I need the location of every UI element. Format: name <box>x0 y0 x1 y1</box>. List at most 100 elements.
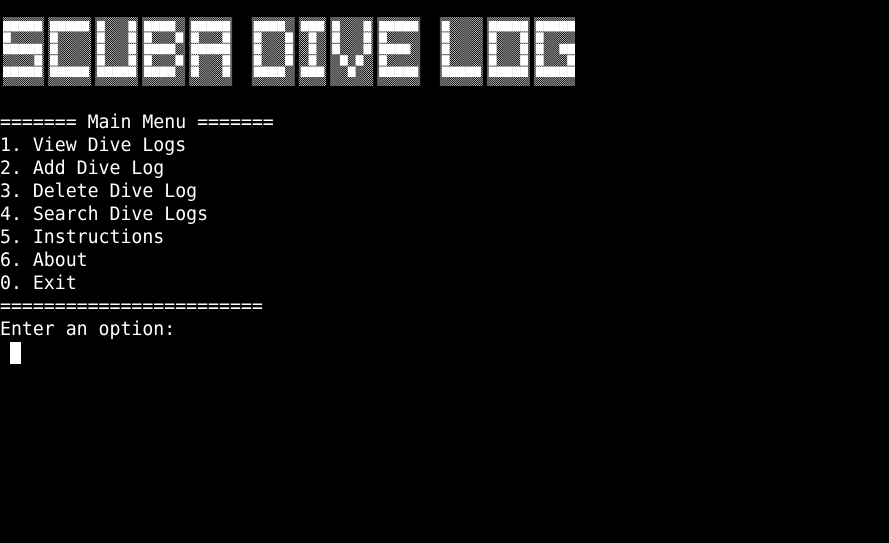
banner-pixel <box>567 55 575 66</box>
banner-pixel <box>316 66 325 77</box>
banner-pixel <box>206 21 215 32</box>
banner-pixel <box>57 21 66 32</box>
banner-pixel <box>559 21 568 32</box>
banner-pixel <box>26 43 35 55</box>
banner-pixel <box>151 21 160 32</box>
banner-pixel <box>34 55 43 66</box>
banner-pixel <box>332 32 340 43</box>
banner-pixel <box>473 66 481 77</box>
banner-pixel <box>394 43 403 55</box>
banner-pixel <box>488 21 497 32</box>
banner-pixel <box>402 43 411 55</box>
banner-pixel <box>512 21 521 32</box>
banner-pixel <box>3 43 11 55</box>
banner-pixel <box>175 55 184 66</box>
banner-pixel <box>488 43 497 55</box>
terminal-window: ======= Main Menu ======= 1. View Dive L… <box>0 0 889 543</box>
banner-pixel <box>167 66 176 77</box>
banner-pixel <box>222 32 231 43</box>
banner-pixel <box>535 21 544 32</box>
menu-item-search-dive-logs: 4. Search Dive Logs <box>0 204 209 225</box>
banner-pixel <box>151 43 160 55</box>
banner-pixel <box>159 43 168 55</box>
banner-pixel <box>57 66 66 77</box>
menu-item-about: 6. About <box>0 250 88 271</box>
banner-pixel <box>10 43 19 55</box>
banner-pixel <box>386 43 395 55</box>
banner-pixel <box>512 66 521 77</box>
banner-pixel <box>386 66 395 77</box>
banner-pixel <box>97 21 105 32</box>
banner-pixel <box>308 43 317 55</box>
banner-pixel <box>73 66 82 77</box>
text-cursor[interactable] <box>10 342 21 364</box>
banner-pixel <box>167 21 176 32</box>
banner-pixel <box>50 21 58 32</box>
banner-pixel <box>535 32 544 43</box>
banner-pixel <box>112 66 121 77</box>
banner-pixel <box>3 66 11 77</box>
banner-pixel <box>441 55 450 66</box>
banner-pixel <box>559 43 568 55</box>
banner-pixel <box>394 66 403 77</box>
banner-pixel <box>34 21 43 32</box>
banner-pixel <box>214 43 223 55</box>
banner-pixel <box>465 66 474 77</box>
banner-pixel <box>567 66 575 77</box>
banner-pixel <box>128 32 137 43</box>
banner-pixel <box>520 21 528 32</box>
banner-pixel <box>269 21 278 32</box>
banner-pixel <box>159 21 168 32</box>
banner-pixel <box>222 21 231 32</box>
banner-pixel <box>144 21 152 32</box>
banner-pixel <box>449 66 458 77</box>
banner-pixel <box>253 21 262 32</box>
banner-pixel <box>285 55 293 66</box>
banner-pixel <box>277 21 286 32</box>
banner-pixel <box>26 66 35 77</box>
menu-item-exit: 0. Exit <box>0 273 77 294</box>
banner-pixel <box>26 21 35 32</box>
banner-pixel <box>441 32 450 43</box>
banner-pixel <box>379 43 387 55</box>
banner-pixel <box>504 66 513 77</box>
banner-pixel <box>363 32 372 43</box>
banner-pixel <box>120 66 129 77</box>
banner-pixel <box>402 66 411 77</box>
banner-pixel <box>159 66 168 77</box>
banner-pixel <box>191 32 199 43</box>
banner-pixel <box>394 21 403 32</box>
banner-pixel <box>300 66 309 77</box>
banner-pixel <box>144 43 152 55</box>
banner-pixel <box>81 21 90 32</box>
banner-pixel <box>3 21 11 32</box>
banner-pixel <box>488 55 497 66</box>
banner-pixel <box>441 43 450 55</box>
option-prompt: Enter an option: <box>0 319 176 340</box>
banner-pixel <box>520 43 528 55</box>
banner-logo <box>3 17 575 86</box>
banner-pixel <box>253 43 262 55</box>
banner-pixel <box>18 43 27 55</box>
banner-pixel <box>379 32 387 43</box>
banner-pixel <box>285 43 293 55</box>
banner-pixel <box>410 21 419 32</box>
banner-pixel <box>18 66 27 77</box>
menu-item-instructions: 5. Instructions <box>0 227 165 248</box>
banner-pixel <box>410 66 419 77</box>
banner-pixel <box>457 66 466 77</box>
banner-pixel <box>285 32 293 43</box>
banner-pixel <box>97 66 105 77</box>
banner-pixel <box>261 21 270 32</box>
menu-footer: ======================== <box>0 296 263 317</box>
banner-pixel <box>269 66 278 77</box>
ascii-art-banner <box>3 17 575 89</box>
banner-pixel <box>65 21 74 32</box>
banner-pixel <box>551 21 560 32</box>
banner-pixel <box>332 21 340 32</box>
banner-pixel <box>50 43 58 55</box>
banner-pixel <box>253 32 262 43</box>
banner-pixel <box>97 32 105 43</box>
banner-pixel <box>97 43 105 55</box>
banner-pixel <box>567 43 575 55</box>
